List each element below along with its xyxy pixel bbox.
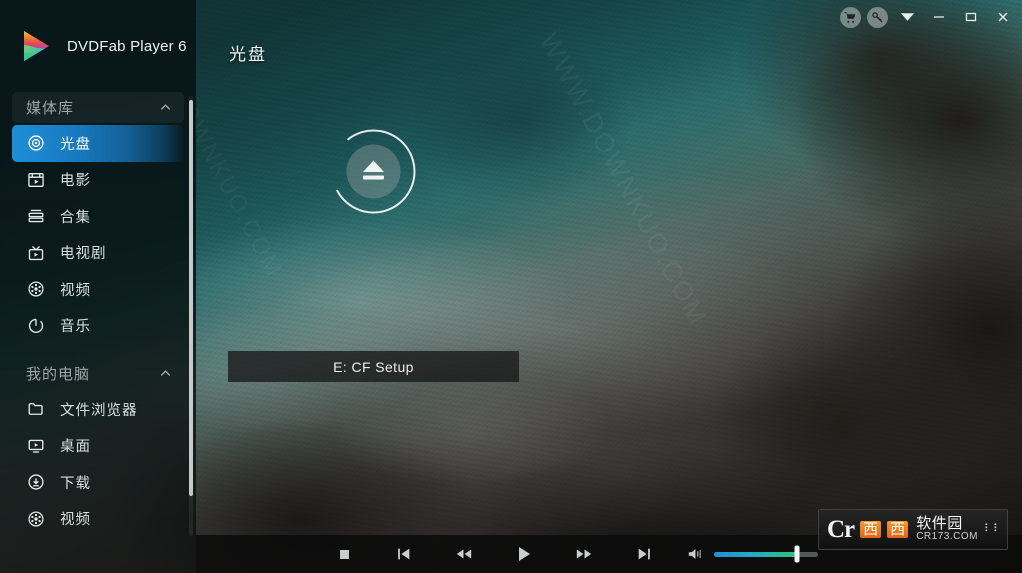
app-logo-icon — [18, 28, 54, 64]
volume-track[interactable] — [714, 545, 818, 563]
collection-icon — [26, 207, 45, 226]
watermark-cr-text: Cr — [827, 516, 855, 543]
film-reel-icon — [26, 509, 45, 528]
sidebar-item-videos-computer[interactable]: 视频 — [12, 501, 184, 538]
player-window: WWW.DOWNKUO.COM WWW.DOWNKUO.COM — [0, 0, 1022, 573]
sidebar-item-label: 文件浏览器 — [60, 402, 138, 419]
sidebar-item-desktop[interactable]: 桌面 — [12, 428, 184, 465]
download-icon — [26, 473, 45, 492]
watermark-cn-text: 软件园 — [916, 515, 963, 533]
fast-forward-button[interactable] — [566, 535, 602, 573]
watermark-box-2: 西 — [887, 520, 909, 539]
sidebar-item-label: 光盘 — [60, 136, 91, 153]
minimize-icon[interactable] — [926, 5, 952, 29]
disc-widget: E: CF Setup — [228, 127, 519, 382]
sidebar-list-media-library: 光盘 电影 合集 电视剧 视频 音乐 — [0, 125, 196, 344]
site-watermark-badge: Cr 西 西 软件园 CR173.COM ⠇⠇ — [818, 509, 1008, 550]
sidebar-section-title: 我的电脑 — [26, 366, 91, 383]
window-controls — [840, 4, 1016, 30]
rewind-button[interactable] — [446, 535, 482, 573]
sidebar-item-music[interactable]: 音乐 — [12, 308, 184, 345]
sidebar-list-my-computer: 文件浏览器 桌面 下载 视频 — [0, 391, 196, 537]
sidebar-item-tv-series[interactable]: 电视剧 — [12, 235, 184, 272]
sidebar-item-label: 下载 — [60, 475, 91, 492]
app-title: DVDFab Player 6 — [67, 37, 187, 55]
folder-icon — [26, 400, 45, 419]
disc-eject-button[interactable] — [329, 127, 418, 216]
sidebar-item-file-browser[interactable]: 文件浏览器 — [12, 391, 184, 428]
chevron-up-icon[interactable] — [159, 101, 172, 114]
film-reel-icon — [26, 280, 45, 299]
sidebar-item-label: 合集 — [60, 209, 91, 226]
maximize-icon[interactable] — [958, 5, 984, 29]
watermark-url-text: CR173.COM — [916, 531, 978, 543]
watermark-right: 软件园 CR173.COM — [916, 516, 978, 542]
next-button[interactable] — [626, 535, 662, 573]
sidebar-item-label: 桌面 — [60, 439, 91, 456]
volume-fill — [714, 551, 798, 557]
play-button[interactable] — [506, 535, 542, 573]
sidebar-item-videos[interactable]: 视频 — [12, 271, 184, 308]
sidebar-item-label: 音乐 — [60, 319, 91, 336]
volume-slider[interactable] — [714, 535, 818, 573]
sidebar-item-collections[interactable]: 合集 — [12, 198, 184, 235]
stop-button[interactable] — [326, 535, 362, 573]
key-icon[interactable] — [867, 6, 888, 28]
disc-icon — [26, 134, 45, 153]
sidebar-scrollbar-thumb[interactable] — [189, 100, 193, 496]
sidebar-item-label: 电视剧 — [60, 246, 107, 263]
volume-button[interactable] — [678, 535, 714, 573]
sidebar-item-downloads[interactable]: 下载 — [12, 464, 184, 501]
sidebar-item-label: 视频 — [60, 282, 91, 299]
close-icon[interactable] — [990, 5, 1016, 29]
sidebar-item-movies[interactable]: 电影 — [12, 162, 184, 199]
watermark-box-1: 西 — [860, 520, 882, 539]
sidebar-item-disc[interactable]: 光盘 — [12, 125, 184, 162]
app-brand: DVDFab Player 6 — [0, 0, 196, 92]
cart-icon[interactable] — [840, 6, 861, 28]
caret-down-icon[interactable] — [894, 5, 920, 29]
volume-thumb[interactable] — [794, 545, 800, 563]
sidebar-item-label: 视频 — [60, 512, 91, 529]
sidebar-section-header-my-computer[interactable]: 我的电脑 — [12, 358, 184, 389]
sidebar-section-title: 媒体库 — [26, 100, 75, 117]
tv-icon — [26, 243, 45, 262]
sidebar-section-header-media-library[interactable]: 媒体库 — [12, 92, 184, 123]
sidebar: DVDFab Player 6 媒体库 光盘 电影 合集 电视剧 视频 音乐 我… — [0, 0, 196, 573]
movie-icon — [26, 170, 45, 189]
music-icon — [26, 316, 45, 335]
desktop-icon — [26, 436, 45, 455]
disc-drive-label[interactable]: E: CF Setup — [228, 351, 519, 382]
watermark-dots-icon: ⠇⠇ — [983, 522, 1003, 535]
sidebar-item-label: 电影 — [60, 173, 91, 190]
previous-button[interactable] — [386, 535, 422, 573]
chevron-up-icon[interactable] — [159, 367, 172, 380]
page-title: 光盘 — [229, 45, 267, 64]
